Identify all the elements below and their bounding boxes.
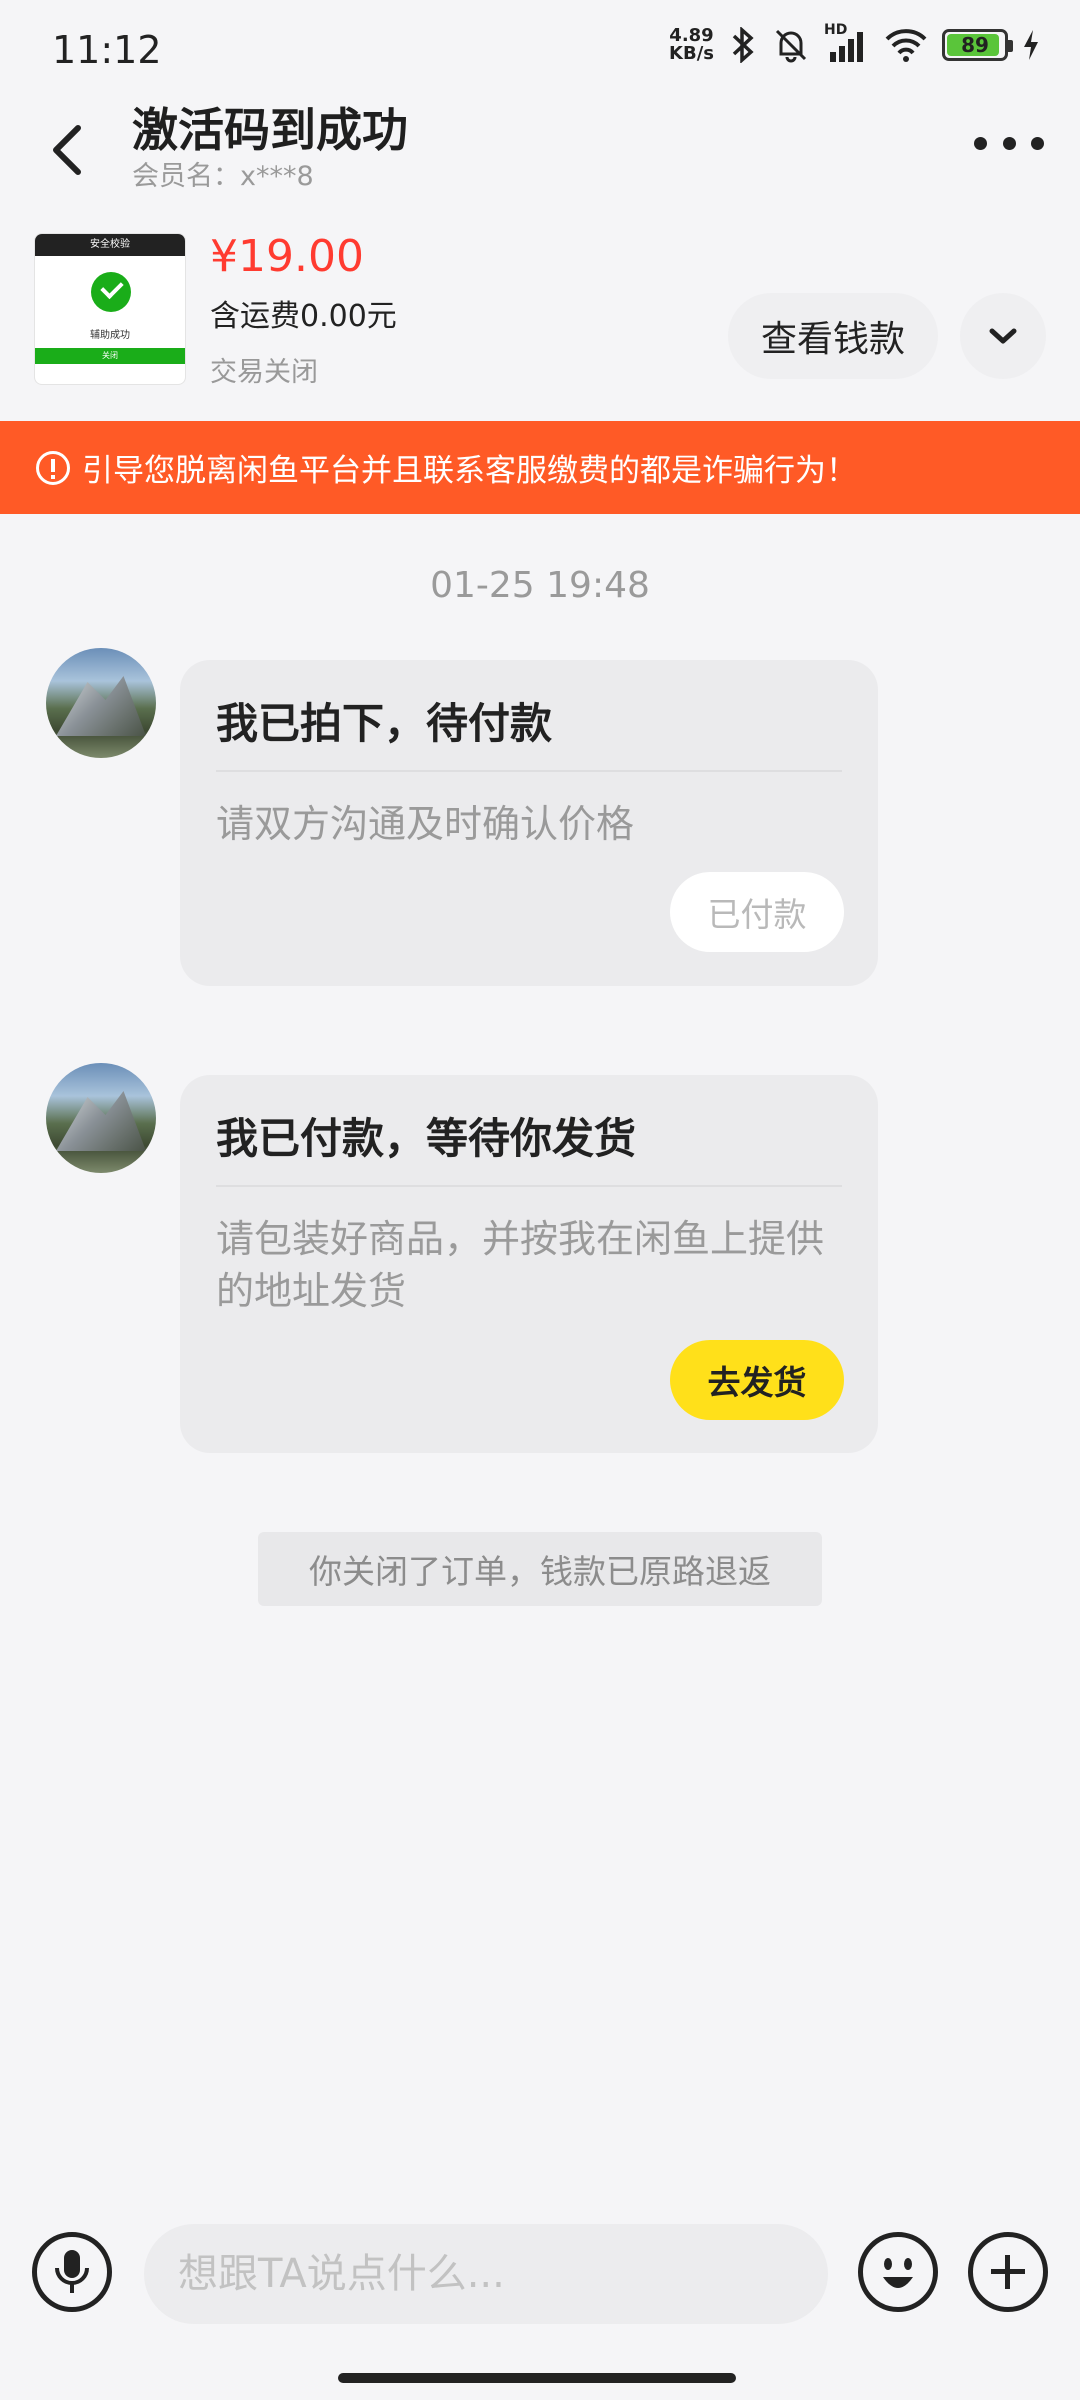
plus-button[interactable] (968, 2232, 1048, 2312)
input-bar (0, 2218, 1080, 2338)
net-speed: 4.89 KB/s (669, 25, 714, 64)
message-title: 我已付款，等待你发货 (216, 1114, 637, 1163)
signal-icon: HD (824, 22, 870, 64)
message-desc: 请包装好商品，并按我在闲鱼上提供的地址发货 (216, 1217, 825, 1313)
voice-button[interactable] (32, 2232, 112, 2312)
status-time: 11:12 (52, 28, 162, 72)
warning-icon (36, 450, 70, 485)
more-dot-icon (1031, 136, 1044, 150)
system-note: 你关闭了订单，钱款已原路退返 (258, 1532, 822, 1606)
check-icon (91, 272, 131, 312)
mute-bell-icon (775, 29, 807, 63)
message-desc: 请双方沟通及时确认价格 (216, 802, 635, 846)
order-message-card: 我已付款，等待你发货 请包装好商品，并按我在闲鱼上提供的地址发货 去发货 (180, 1075, 878, 1453)
warning-text: 引导您脱离闲鱼平台并且联系客服缴费的都是诈骗行为！ (82, 453, 857, 489)
more-dot-icon (974, 136, 987, 150)
order-message-card: 我已拍下，待付款 请双方沟通及时确认价格 已付款 (180, 660, 878, 986)
product-price: ¥19.00 (210, 231, 364, 282)
shipping-fee: 含运费0.00元 (210, 299, 397, 334)
page-title: 激活码到成功 (132, 103, 408, 157)
fraud-warning-banner: 引导您脱离闲鱼平台并且联系客服缴费的都是诈骗行为！ (0, 421, 1080, 514)
chevron-down-icon (989, 328, 1017, 344)
divider (216, 1185, 842, 1187)
message-input[interactable] (144, 2224, 828, 2324)
member-name: 会员名：x***8 (132, 161, 314, 192)
paid-button[interactable]: 已付款 (670, 872, 844, 952)
view-money-button[interactable]: 查看钱款 (728, 293, 938, 379)
chat-timestamp: 01-25 19:48 (430, 565, 650, 606)
divider (216, 770, 842, 772)
trade-status: 交易关闭 (210, 357, 318, 388)
avatar[interactable] (46, 648, 156, 758)
chat-header: 激活码到成功 会员名：x***8 (0, 90, 1080, 200)
emoji-button[interactable] (858, 2232, 938, 2312)
product-card: 安全校验 辅助成功 关闭 ¥19.00 含运费0.00元 交易关闭 查看钱款 (0, 225, 1080, 420)
chevron-left-icon (53, 125, 81, 175)
product-thumbnail[interactable]: 安全校验 辅助成功 关闭 (34, 233, 186, 385)
home-indicator[interactable] (338, 2373, 736, 2383)
charging-icon (1024, 30, 1038, 60)
ship-button[interactable]: 去发货 (670, 1340, 844, 1420)
avatar[interactable] (46, 1063, 156, 1173)
battery-icon: 89 (942, 29, 1013, 61)
wifi-icon (885, 29, 927, 62)
more-button[interactable] (974, 118, 1044, 168)
status-bar: 11:12 4.89 KB/s HD 89 (0, 0, 1080, 100)
microphone-icon (55, 2250, 89, 2293)
message-title: 我已拍下，待付款 (216, 699, 553, 748)
back-button[interactable] (40, 110, 96, 190)
expand-button[interactable] (960, 293, 1046, 379)
more-dot-icon (1002, 136, 1016, 150)
bluetooth-icon (732, 27, 754, 63)
emoji-icon (883, 2258, 913, 2288)
status-icons: 4.89 KB/s HD 89 (669, 22, 1040, 64)
